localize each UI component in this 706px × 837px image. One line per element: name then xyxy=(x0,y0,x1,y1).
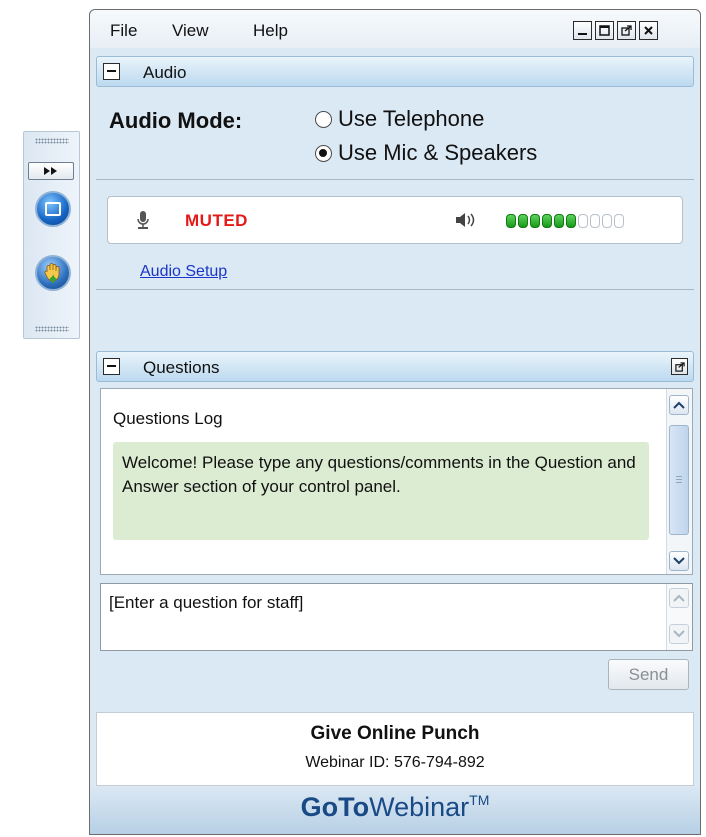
level-segment xyxy=(566,214,576,228)
level-segment xyxy=(518,214,528,228)
send-button[interactable]: Send xyxy=(608,659,689,690)
screen-sharing-button[interactable] xyxy=(35,191,71,227)
close-button[interactable] xyxy=(639,21,658,40)
fast-forward-icon xyxy=(44,167,57,175)
raise-hand-icon xyxy=(44,263,60,283)
raise-hand-button[interactable] xyxy=(35,255,71,291)
level-segment xyxy=(542,214,552,228)
menu-file[interactable]: File xyxy=(110,21,137,41)
pop-out-icon xyxy=(621,25,632,36)
questions-panel-title: Questions xyxy=(143,358,220,377)
screen-icon xyxy=(45,202,61,216)
audio-setup-link[interactable]: Audio Setup xyxy=(140,263,227,281)
gotowebinar-logo: GoToWebinarTM xyxy=(300,792,490,822)
maximize-button[interactable] xyxy=(595,21,614,40)
level-segment xyxy=(614,214,624,228)
use-mic-speakers-option[interactable]: Use Mic & Speakers xyxy=(315,140,537,166)
scrollbar-thumb[interactable] xyxy=(669,425,689,535)
level-segment xyxy=(602,214,612,228)
scroll-down-button[interactable] xyxy=(669,624,689,644)
divider xyxy=(96,289,694,290)
menu-help[interactable]: Help xyxy=(253,21,288,41)
level-segment xyxy=(530,214,540,228)
chevron-up-icon xyxy=(673,401,685,409)
toolbar-grip-bottom[interactable] xyxy=(35,326,69,332)
audio-panel-title: Audio xyxy=(143,63,187,82)
questions-log-title: Questions Log xyxy=(113,409,223,428)
chevron-down-icon xyxy=(673,630,685,638)
level-segment xyxy=(578,214,588,228)
level-segment xyxy=(506,214,516,228)
questions-panel-header[interactable]: Questions xyxy=(96,351,694,382)
scroll-up-button[interactable] xyxy=(669,588,689,608)
level-segment xyxy=(590,214,600,228)
use-telephone-option[interactable]: Use Telephone xyxy=(315,106,484,132)
pop-out-icon xyxy=(674,361,685,372)
expand-panel-button[interactable] xyxy=(28,162,74,180)
audio-mode-label: Audio Mode: xyxy=(109,108,243,133)
speaker-level-meter xyxy=(506,214,624,228)
control-panel-window: File View Help Audio Audio Mode: Use Tel… xyxy=(89,9,701,835)
brand-bar: GoToWebinarTM xyxy=(90,786,700,834)
use-telephone-radio[interactable] xyxy=(315,110,332,128)
use-telephone-label: Use Telephone xyxy=(338,106,485,131)
level-segment xyxy=(554,214,564,228)
question-input-text[interactable]: [Enter a question for staff] xyxy=(109,593,303,613)
collapse-questions-button[interactable] xyxy=(103,358,120,375)
welcome-message: Welcome! Please type any questions/comme… xyxy=(113,442,649,540)
questions-panel: Questions Log Welcome! Please type any q… xyxy=(96,382,694,700)
speaker-icon xyxy=(456,213,475,227)
question-input[interactable]: [Enter a question for staff] xyxy=(100,583,693,651)
floating-toolbar xyxy=(23,131,80,339)
toolbar-grip-top[interactable] xyxy=(35,138,69,144)
question-input-scrollbar[interactable] xyxy=(666,584,692,650)
microphone-icon[interactable] xyxy=(136,210,150,230)
minimize-icon xyxy=(578,33,587,35)
organizer-name: Give Online Punch xyxy=(310,723,480,744)
collapse-audio-button[interactable] xyxy=(103,63,120,80)
mic-muted-status: MUTED xyxy=(185,211,248,230)
minimize-button[interactable] xyxy=(573,21,592,40)
scroll-down-button[interactable] xyxy=(669,551,689,571)
close-icon xyxy=(644,26,653,35)
webinar-info: Give Online Punch Webinar ID: 576-794-89… xyxy=(96,712,694,786)
use-mic-speakers-label: Use Mic & Speakers xyxy=(338,140,538,165)
webinar-id: Webinar ID: 576-794-892 xyxy=(305,754,485,771)
questions-pop-out-button[interactable] xyxy=(671,358,688,375)
scroll-up-button[interactable] xyxy=(669,395,689,415)
audio-status-box: MUTED xyxy=(107,196,683,244)
pop-out-button[interactable] xyxy=(617,21,636,40)
audio-panel-header[interactable]: Audio xyxy=(96,56,694,87)
chevron-down-icon xyxy=(673,557,685,565)
divider xyxy=(96,179,694,180)
menu-view[interactable]: View xyxy=(172,21,209,41)
use-mic-speakers-radio[interactable] xyxy=(315,144,332,162)
questions-log-scrollbar[interactable] xyxy=(666,389,692,574)
maximize-icon xyxy=(599,25,610,36)
menu-bar: File View Help xyxy=(90,10,700,48)
questions-log: Questions Log Welcome! Please type any q… xyxy=(100,388,693,575)
chevron-up-icon xyxy=(673,594,685,602)
audio-panel: Audio Mode: Use Telephone Use Mic & Spea… xyxy=(96,87,694,349)
